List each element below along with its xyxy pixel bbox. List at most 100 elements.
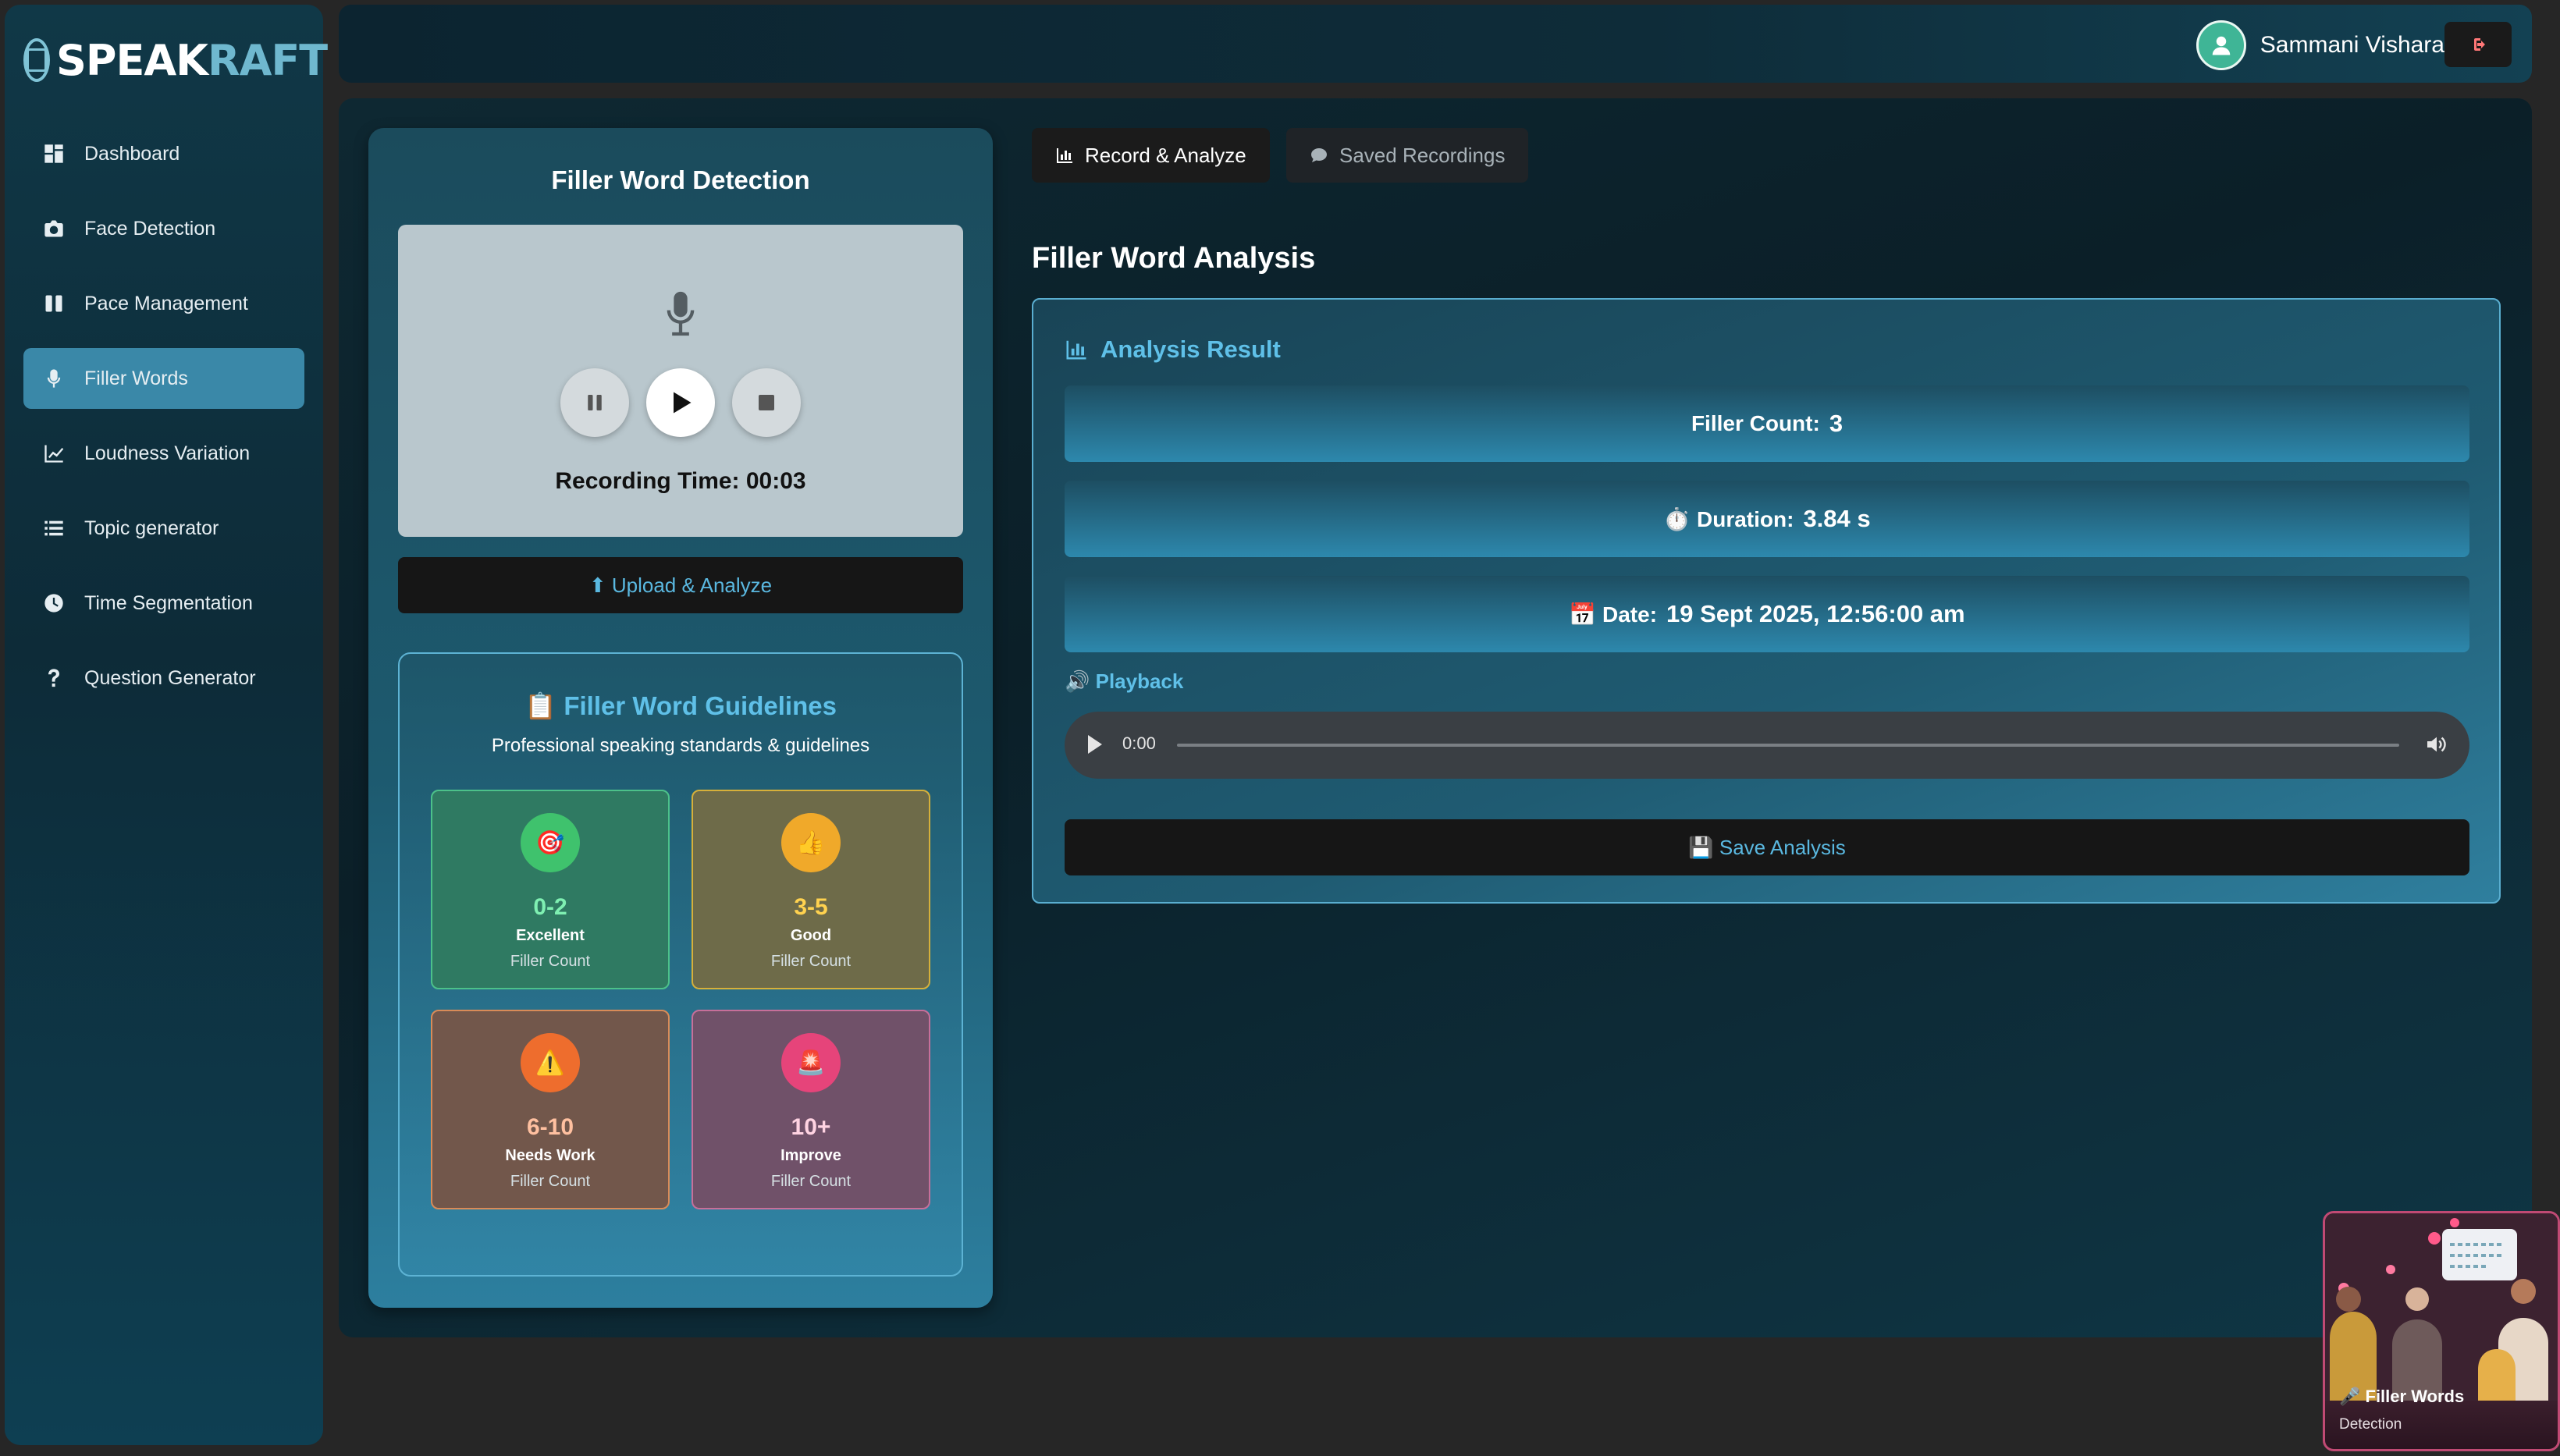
sidebar-item-pace-management[interactable]: Pace Management [23,273,304,334]
tile-range: 3-5 [794,894,828,920]
pause-icon [588,395,602,410]
sidebar-item-dashboard[interactable]: Dashboard [23,123,304,184]
sidebar-item-topic-generator[interactable]: Topic generator [23,498,304,559]
sign-out-icon [2474,38,2485,51]
sidebar-item-filler-words[interactable]: Filler Words [23,348,304,409]
sidebar: SPEAKRAFT Dashboard Face Detection Pace … [5,5,328,1445]
guideline-tile-excellent: 🎯 0-2 Excellent Filler Count [431,790,670,989]
audience-illustration [2325,1213,2558,1401]
tile-label: Improve [780,1147,841,1164]
sidebar-item-label: Pace Management [84,292,248,314]
sidebar-item-question-generator[interactable]: Question Generator [23,648,304,708]
siren-icon: 🚨 [781,1033,841,1092]
duration-stat: ⏱️ Duration: 3.84 s [1065,481,2469,557]
avatar[interactable] [2196,20,2246,70]
tile-range: 0-2 [533,894,567,920]
promo-subtitle: Detection [2339,1416,2402,1433]
stop-button[interactable] [732,368,801,437]
sidebar-item-loudness-variation[interactable]: Loudness Variation [23,423,304,484]
analysis-heading: Filler Word Analysis [1032,242,1316,275]
play-button[interactable] [646,368,715,437]
warning-icon: ⚠️ [521,1033,580,1092]
pause-columns-icon [42,292,66,315]
tile-sub: Filler Count [770,953,852,970]
target-icon: 🎯 [521,813,580,872]
tile-sub: Filler Count [770,1173,852,1190]
tab-record-analyze[interactable]: Record & Analyze [1032,128,1270,183]
volume-button[interactable] [2424,732,2449,757]
result-title: Analysis Result [1100,336,1281,363]
tab-saved-recordings[interactable]: Saved Recordings [1286,128,1529,183]
sidebar-item-label: Time Segmentation [84,591,253,614]
audio-seek-bar[interactable] [1177,744,2399,747]
guideline-tile-good: 👍 3-5 Good Filler Count [692,790,930,989]
stat-label: 📅 Date: [1569,602,1658,627]
tile-range: 6-10 [526,1114,574,1140]
guidelines-title: 📋 Filler Word Guidelines [524,691,837,720]
sidebar-item-label: Dashboard [84,142,180,165]
microphone-icon [42,367,66,390]
tile-sub: Filler Count [510,1173,591,1190]
user-profile[interactable]: Sammani Vishara [2196,20,2444,70]
audio-time: 0:00 [1122,733,1156,753]
thumbs-up-icon: 👍 [781,813,841,872]
sidebar-item-face-detection[interactable]: Face Detection [23,198,304,259]
sidebar-item-label: Question Generator [84,666,256,689]
tab-label: Saved Recordings [1339,143,1506,167]
play-icon [674,392,692,414]
stat-value: 3 [1829,410,1844,437]
sidebar-item-label: Filler Words [84,367,188,389]
user-icon [2212,36,2231,55]
dashboard-icon [42,142,66,165]
bar-chart-icon [1066,340,1086,360]
top-bar: Sammani Vishara [339,5,2532,83]
recorder-title: Filler Word Detection [551,165,810,194]
sidebar-item-time-segmentation[interactable]: Time Segmentation [23,573,304,634]
list-icon [42,517,66,540]
question-icon [42,666,66,690]
logo-mark-icon [23,38,50,82]
clock-icon [42,591,66,615]
stat-value: 19 Sept 2025, 12:56:00 am [1666,600,1965,627]
promo-title: 🎤 Filler Words [2339,1387,2465,1406]
main-panel: Filler Word Detection Recording Time: 00… [339,98,2532,1337]
logo-accent: RAFT [208,35,328,85]
filler-guidelines-panel: 📋 Filler Word Guidelines Professional sp… [398,652,963,1277]
guidelines-subtitle: Professional speaking standards & guidel… [491,735,870,756]
line-chart-icon [42,442,66,465]
sidebar-item-label: Loudness Variation [84,442,251,464]
tile-range: 10+ [791,1114,831,1140]
volume-icon [2427,737,2446,752]
stat-label: Filler Count: [1691,411,1820,435]
bar-chart-icon [1057,148,1072,163]
stat-value: 3.84 s [1803,505,1871,532]
logout-button[interactable] [2444,22,2512,67]
upload-analyze-button[interactable]: ⬆ Upload & Analyze [398,557,963,613]
pause-button[interactable] [560,368,629,437]
guideline-tile-improve: 🚨 10+ Improve Filler Count [692,1010,930,1209]
camera-icon [42,217,66,240]
tile-label: Excellent [516,927,585,944]
audio-player: 0:00 [1065,712,2469,779]
speech-bubble-icon [1311,148,1327,162]
logo-main: SPEAK [56,35,208,85]
save-analysis-button[interactable]: 💾 Save Analysis [1065,819,2469,875]
app-logo[interactable]: SPEAKRAFT [23,31,328,89]
microphone-icon [660,289,701,339]
tile-label: Good [790,927,832,944]
stop-icon [759,395,774,410]
stat-label: ⏱️ Duration: [1663,506,1794,531]
date-stat: 📅 Date: 19 Sept 2025, 12:56:00 am [1065,576,2469,652]
analysis-result-card: Analysis Result Filler Count: 3 ⏱️ Durat… [1032,298,2501,904]
playback-label: 🔊 Playback [1065,669,1184,693]
sidebar-item-label: Topic generator [84,517,219,539]
filler-count-stat: Filler Count: 3 [1065,385,2469,462]
audio-recorder: Recording Time: 00:03 [398,225,963,537]
filler-words-promo-card[interactable]: 🎤 Filler Words Detection [2323,1211,2560,1451]
audio-play-button[interactable] [1088,735,1102,754]
tile-sub: Filler Count [510,953,591,970]
recording-time: Recording Time: 00:03 [555,468,806,494]
guideline-tile-needs-work: ⚠️ 6-10 Needs Work Filler Count [431,1010,670,1209]
recorder-card: Filler Word Detection Recording Time: 00… [368,128,993,1308]
tab-label: Record & Analyze [1085,143,1246,167]
